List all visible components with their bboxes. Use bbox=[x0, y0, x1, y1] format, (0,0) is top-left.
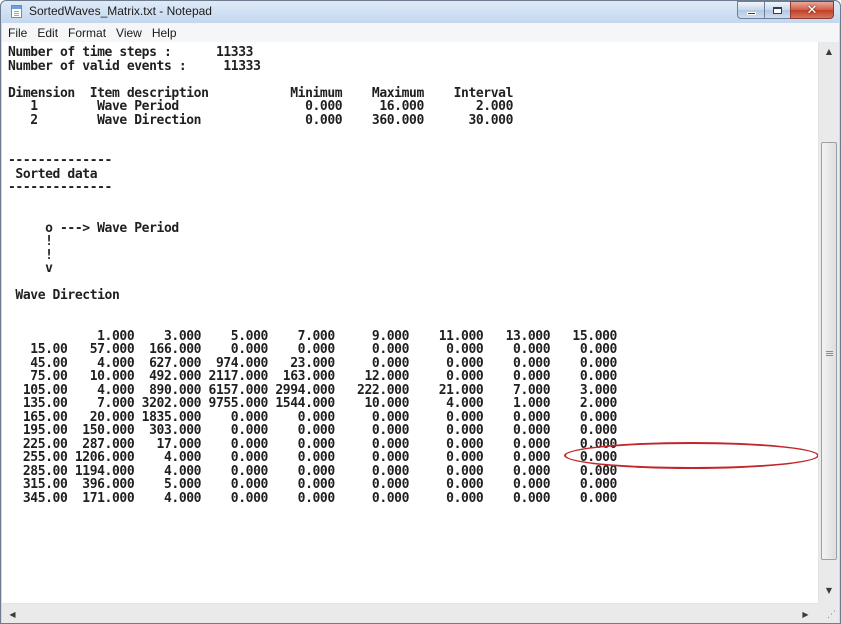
notepad-window: SortedWaves_Matrix.txt - Notepad ✕ File … bbox=[0, 0, 841, 624]
close-button[interactable]: ✕ bbox=[790, 1, 834, 19]
notepad-icon[interactable] bbox=[11, 5, 22, 18]
menu-bar: File Edit Format View Help bbox=[2, 23, 839, 43]
vertical-scrollbar[interactable]: ▲ ▼ bbox=[818, 42, 839, 603]
window-title: SortedWaves_Matrix.txt - Notepad bbox=[29, 4, 212, 18]
text-editor[interactable]: Number of time steps : 11333 Number of v… bbox=[2, 42, 839, 603]
highlight-ellipse bbox=[564, 442, 819, 469]
resize-grip[interactable]: ⋰ bbox=[818, 603, 839, 623]
scroll-thumb[interactable] bbox=[821, 142, 837, 560]
minimize-icon bbox=[746, 11, 756, 15]
grip-icon bbox=[826, 351, 833, 352]
scroll-down-icon[interactable]: ▼ bbox=[819, 582, 839, 599]
scroll-left-icon[interactable]: ◀ bbox=[4, 605, 21, 623]
menu-help[interactable]: Help bbox=[148, 24, 181, 42]
scroll-right-icon[interactable]: ▶ bbox=[797, 605, 814, 623]
minimize-button[interactable] bbox=[737, 1, 764, 19]
menu-view[interactable]: View bbox=[112, 24, 146, 42]
menu-format[interactable]: Format bbox=[64, 24, 110, 42]
horizontal-scrollbar[interactable]: ◀ ▶ bbox=[2, 603, 818, 623]
document-text[interactable]: Number of time steps : 11333 Number of v… bbox=[8, 46, 617, 505]
resize-grip-icon: ⋰ bbox=[827, 610, 836, 620]
menu-edit[interactable]: Edit bbox=[33, 24, 62, 42]
scroll-up-icon[interactable]: ▲ bbox=[819, 43, 839, 60]
title-bar[interactable]: SortedWaves_Matrix.txt - Notepad ✕ bbox=[1, 1, 840, 23]
maximize-button[interactable] bbox=[764, 1, 790, 19]
close-icon: ✕ bbox=[806, 2, 818, 18]
menu-file[interactable]: File bbox=[4, 24, 31, 42]
maximize-icon bbox=[773, 6, 782, 14]
